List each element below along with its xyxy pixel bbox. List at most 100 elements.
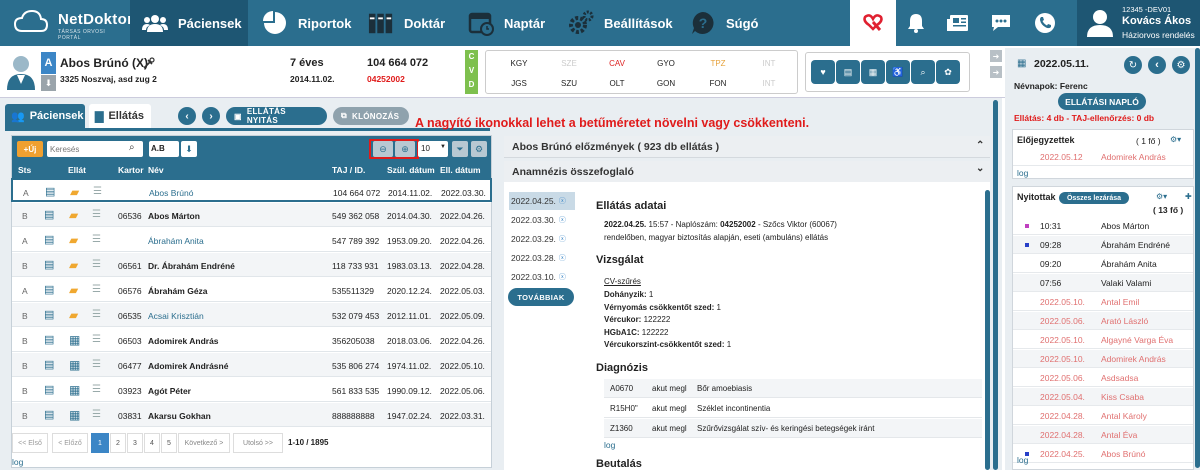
open-case-row[interactable]: 2022.05.06. Arató László xyxy=(1013,312,1193,330)
nav-calendar[interactable]: Naptár xyxy=(468,0,568,46)
building-button[interactable]: ▦ xyxy=(861,60,885,84)
search-input[interactable] xyxy=(50,143,124,155)
tools-icon[interactable] xyxy=(143,57,155,69)
list-icon[interactable]: ☰ xyxy=(92,209,101,220)
arrow-right-icon[interactable]: ➜ xyxy=(990,66,1002,78)
table-row[interactable]: A ▤ ▰ ☰ Abos Brúnó 104 664 072 2014.11.02. 2022… xyxy=(11,178,492,202)
open-case-row[interactable]: 2022.05.10. Adomirek András xyxy=(1013,350,1193,368)
open-case-row[interactable]: 2022.04.28. Antal Éva xyxy=(1013,426,1193,444)
table-row[interactable]: B ▤ ▰ ☰ 06536 Abos Márton 549 362 058 2014.04.3… xyxy=(12,203,491,227)
open-case-row[interactable]: 2022.04.28. Antal Károly xyxy=(1013,407,1193,425)
gear-icon[interactable]: ⚙ xyxy=(471,141,487,157)
care-diary-button[interactable]: ELLÁTÁSI NAPLÓ xyxy=(1058,93,1146,110)
more-button[interactable]: TOVÁBBIAK xyxy=(508,288,574,306)
netdoktor-logo[interactable]: NetDoktor TÁRSAS ORVOSI PORTÁL xyxy=(0,0,133,46)
news-button[interactable] xyxy=(935,0,980,46)
risk-code[interactable]: SZU xyxy=(554,79,584,88)
risk-code[interactable]: SZE xyxy=(554,59,584,68)
record-card-icon[interactable]: ▤ xyxy=(44,383,54,396)
folder-icon[interactable]: ▰ xyxy=(69,258,78,272)
table-row[interactable]: B ▤ ▦ ☰ 06477 Adomirek Andrásné 535 806 274 197… xyxy=(12,353,491,377)
sidebar-scrollbar[interactable] xyxy=(1195,48,1200,468)
sort-select[interactable]: A.B xyxy=(149,141,179,157)
messages-button[interactable] xyxy=(978,0,1023,46)
open-case-row[interactable]: 2022.05.10. Algayné Varga Éva xyxy=(1013,331,1193,349)
table-row[interactable]: A ▤ ▰ ☰ 06576 Ábrahám Géza 535511329 2020.12.24… xyxy=(12,278,491,302)
row-patient-name[interactable]: Adomirek Andrásné xyxy=(148,361,228,371)
history-date-item[interactable]: 2022.03.10. ⓧ xyxy=(509,268,575,286)
arrow-down-icon[interactable]: ⬇ xyxy=(41,75,56,91)
column-header[interactable]: Sts xyxy=(18,165,31,175)
heart-monitor-button[interactable]: ♥ xyxy=(811,60,835,84)
history-header[interactable]: Abos Brúnó előzmények ( 923 db ellátás )… xyxy=(504,136,990,158)
risk-code[interactable]: CAV xyxy=(602,59,632,68)
column-header[interactable]: Kartor xyxy=(118,165,144,175)
column-header[interactable]: Szül. dátum xyxy=(387,165,435,175)
last-page-button[interactable]: Utolsó >> xyxy=(233,433,283,453)
open-case-row[interactable]: 09:28 Ábrahám Endréné xyxy=(1013,236,1193,254)
log-link[interactable]: log xyxy=(1017,455,1028,465)
risk-code[interactable]: TPZ xyxy=(703,59,733,68)
record-card-icon[interactable]: ▤ xyxy=(44,258,54,271)
page-button[interactable]: 4 xyxy=(144,433,160,453)
open-case-row[interactable]: 10:31 Abos Márton xyxy=(1013,217,1193,235)
folder-icon[interactable]: ▰ xyxy=(69,233,78,247)
open-case-row[interactable]: 2022.05.06. Asdsadsa xyxy=(1013,369,1193,387)
zoom-out-icon[interactable]: ⊖ xyxy=(373,141,393,157)
record-card-icon[interactable]: ▤ xyxy=(45,185,55,198)
table-icon[interactable]: ▦ xyxy=(69,408,80,422)
record-card-icon[interactable]: ▤ xyxy=(44,283,54,296)
nav-help[interactable]: ? Súgó xyxy=(690,0,790,46)
table-icon[interactable]: ▦ xyxy=(69,383,80,397)
log-link[interactable]: log xyxy=(12,457,23,467)
open-case-row[interactable]: 2022.05.10. Antal Emil xyxy=(1013,293,1193,311)
prev-page-button[interactable]: < Előző xyxy=(52,433,88,453)
page-button[interactable]: 1 xyxy=(91,433,109,453)
document-button[interactable]: ▤ xyxy=(836,60,860,84)
risk-code[interactable]: JGS xyxy=(504,79,534,88)
record-card-icon[interactable]: ▤ xyxy=(44,308,54,321)
open-care-button[interactable]: ▣ ELLÁTÁS NYITÁS xyxy=(226,107,327,125)
table-row[interactable]: B ▤ ▦ ☰ 06503 Adomirek András 356205038 2018.03… xyxy=(12,328,491,352)
page-button[interactable]: 2 xyxy=(110,433,126,453)
gear-icon[interactable]: ⚙ xyxy=(1172,56,1190,74)
list-icon[interactable]: ☰ xyxy=(92,409,101,420)
row-patient-name[interactable]: Abos Márton xyxy=(148,211,200,221)
folder-icon[interactable]: ▰ xyxy=(70,185,79,199)
scheduled-row[interactable]: 2022.05.12 Adomirek András xyxy=(1013,148,1193,166)
chevron-left-icon[interactable]: ‹ xyxy=(1148,56,1166,74)
risk-code[interactable]: GON xyxy=(651,79,681,88)
refresh-icon[interactable]: ↻ xyxy=(1124,56,1142,74)
patient-name[interactable]: Abos Brúnó (X) xyxy=(60,56,148,70)
list-icon[interactable]: ☰ xyxy=(92,259,101,270)
record-card-icon[interactable]: ▤ xyxy=(44,208,54,221)
column-header[interactable]: Ellát xyxy=(68,165,86,175)
notifications-button[interactable] xyxy=(893,0,938,46)
folder-icon[interactable]: ▰ xyxy=(69,208,78,222)
row-patient-name[interactable]: Adomirek András xyxy=(148,336,219,346)
folder-icon[interactable]: ▰ xyxy=(69,283,78,297)
column-header[interactable]: Ell. dátum xyxy=(440,165,481,175)
chevron-up-icon[interactable]: ⌃ xyxy=(976,140,984,151)
plus-icon[interactable]: ✚ xyxy=(1185,192,1192,201)
list-icon[interactable]: ☰ xyxy=(92,284,101,295)
search-record-button[interactable]: ⌕ xyxy=(911,60,935,84)
call-button[interactable] xyxy=(1022,0,1067,46)
page-size-select[interactable]: 10 ▼ xyxy=(418,141,448,157)
ribbon-button[interactable]: ✿ xyxy=(936,60,960,84)
history-date-item[interactable]: 2022.04.25. ⓧ xyxy=(509,192,575,210)
list-icon[interactable]: ☰ xyxy=(92,309,101,320)
nav-settings[interactable]: Beállítások xyxy=(568,0,688,46)
record-card-icon[interactable]: ▤ xyxy=(44,233,54,246)
next-patient-button[interactable]: › xyxy=(202,107,220,125)
nav-reports[interactable]: Riportok xyxy=(262,0,362,46)
table-row[interactable]: B ▤ ▦ ☰ 03831 Akarsu Gokhan 888888888 1947.02.2… xyxy=(12,403,491,427)
accessibility-button[interactable]: ♿ xyxy=(886,60,910,84)
table-row[interactable]: A ▤ ▰ ☰ Ábrahám Anita 547 789 392 1953.09.20. 2… xyxy=(12,228,491,252)
record-card-icon[interactable]: ▤ xyxy=(44,358,54,371)
search-icon[interactable]: ⌕ xyxy=(129,142,135,153)
emergency-button[interactable] xyxy=(850,0,896,46)
chevron-down-icon[interactable]: ⌄ xyxy=(976,163,984,174)
record-card-icon[interactable]: ▤ xyxy=(44,333,54,346)
table-icon[interactable]: ▦ xyxy=(69,358,80,372)
